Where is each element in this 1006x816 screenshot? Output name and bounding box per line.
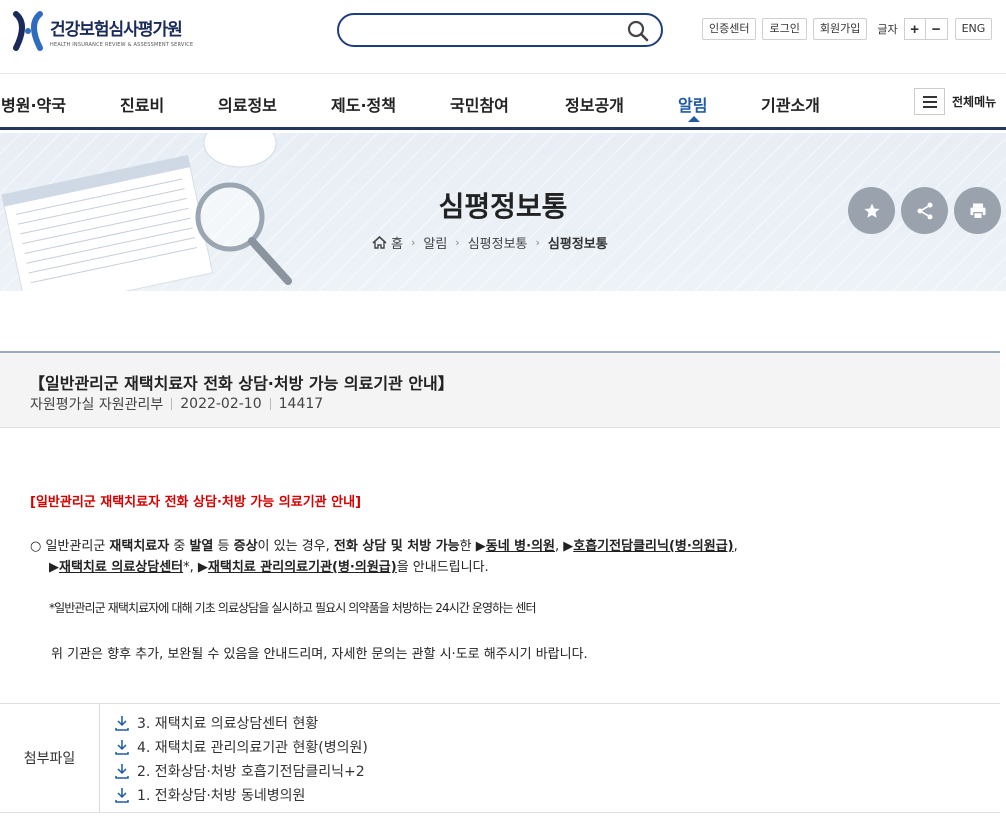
hamburger-icon	[914, 88, 945, 115]
header: 건강보험심사평가원 HEALTH INSURANCE REVIEW & ASSE…	[0, 0, 1006, 74]
site-logo[interactable]: 건강보험심사평가원 HEALTH INSURANCE REVIEW & ASSE…	[12, 10, 193, 52]
attachment-file[interactable]: 4. 재택치료 관리의료기관 현황(병의원)	[114, 737, 368, 757]
article-notice: 위 기관은 향후 추가, 보완될 수 있음을 안내드리며, 자세한 문의는 관할…	[51, 647, 588, 662]
text-segment: ○ 일반관리군	[30, 539, 110, 554]
nav-system-policy[interactable]: 제도·정책	[331, 92, 396, 116]
link-local-clinic[interactable]: 동네 병·의원	[486, 539, 555, 554]
meta-divider	[269, 398, 271, 410]
chevron-right-icon: ›	[535, 236, 540, 249]
cert-center-button[interactable]: 인증센터	[702, 18, 757, 40]
font-increase-button[interactable]: +	[903, 18, 926, 40]
attachment-file[interactable]: 2. 전화상담·처방 호흡기전담클리닉+2	[114, 761, 365, 781]
link-managing-institution[interactable]: 재택치료 관리의료기관(병·의원급)	[208, 560, 397, 575]
text-segment: 등	[213, 539, 234, 554]
text-segment: 한 ▶	[459, 539, 486, 554]
page-banner: 심평정보통 홈 › 알림 › 심평정보통 › 심평정보통	[0, 133, 1006, 291]
search-box	[337, 13, 663, 47]
text-segment: 중	[169, 539, 190, 554]
breadcrumb-home[interactable]: 홈	[391, 233, 403, 252]
text-segment: *, ▶	[183, 560, 208, 575]
download-icon	[115, 740, 129, 755]
attachment-name: 2. 전화상담·처방 호흡기전담클리닉+2	[137, 764, 365, 780]
meta-divider	[171, 398, 173, 410]
breadcrumb-current: 심평정보통	[547, 237, 608, 252]
nav-info-disclosure[interactable]: 정보공개	[565, 92, 624, 116]
link-respiratory-clinic[interactable]: 호흡기전담클리닉(병·의원급)	[573, 539, 733, 554]
logo-icon	[13, 11, 43, 51]
article-views: 14417	[278, 396, 324, 412]
nav-notice[interactable]: 알림	[678, 92, 707, 116]
english-button[interactable]: ENG	[954, 18, 993, 40]
font-size-label: 글자	[877, 23, 898, 36]
text-bold: 발열	[189, 539, 214, 554]
chevron-right-icon: ›	[410, 236, 416, 249]
font-decrease-button[interactable]: −	[925, 18, 948, 40]
article-meta: 자원평가실 자원관리부 2022-02-10 14417	[30, 394, 323, 414]
article-header: 【일반관리군 재택치료자 전화 상담·처방 가능 의료기관 안내】 자원평가실 …	[0, 351, 1000, 428]
article-title: 【일반관리군 재택치료자 전화 상담·처방 가능 의료기관 안내】	[29, 374, 454, 393]
breadcrumb-notice[interactable]: 알림	[423, 233, 447, 252]
breadcrumb: 홈 › 알림 › 심평정보통 › 심평정보통	[372, 233, 608, 252]
nav-hospital-pharmacy[interactable]: 병원·약국	[1, 92, 66, 116]
attachments: 첨부파일 3. 재택치료 의료상담센터 현황 4. 재택치료 관리의료기관 현황…	[0, 703, 1000, 813]
main-navigation: 병원·약국 진료비 의료정보 제도·정책 국민참여 정보공개 알림 기관소개 전…	[0, 75, 1006, 130]
attachment-name: 1. 전화상담·처방 동네병의원	[137, 788, 306, 804]
attachment-file[interactable]: 1. 전화상담·처방 동네병의원	[114, 785, 305, 805]
text-bold: 증상	[233, 539, 258, 554]
text-segment: 을 안내드립니다.	[396, 560, 489, 575]
attachments-label: 첨부파일	[0, 704, 100, 812]
text-bold: 전화 상담 및 처방 가능	[333, 539, 460, 554]
signup-button[interactable]: 회원가입	[812, 18, 868, 40]
nav-public-participation[interactable]: 국민참여	[450, 92, 509, 116]
favorite-button[interactable]	[848, 187, 895, 234]
text-segment: ▶	[49, 560, 59, 575]
nav-medical-info[interactable]: 의료정보	[218, 92, 277, 116]
attachment-name: 3. 재택치료 의료상담센터 현황	[137, 716, 319, 732]
download-icon	[115, 764, 129, 779]
all-menu-label: 전체메뉴	[952, 95, 997, 109]
article-footnote: *일반관리군 재택치료자에 대해 기초 의료상담을 실시하고 필요시 의약품을 …	[49, 601, 537, 615]
text-segment: , ▶	[555, 539, 574, 554]
print-button[interactable]	[954, 187, 1001, 234]
article-paragraph-2: ▶재택치료 의료상담센터*, ▶재택치료 관리의료기관(병·의원급)을 안내드립…	[49, 556, 489, 575]
article-department: 자원평가실 자원관리부	[30, 397, 164, 413]
share-button[interactable]	[901, 187, 948, 234]
star-icon	[864, 203, 879, 218]
download-icon	[115, 788, 129, 803]
share-icon	[917, 202, 932, 219]
article-paragraph-1: ○ 일반관리군 재택치료자 중 발열 등 증상이 있는 경우, 전화 상담 및 …	[30, 535, 738, 554]
printer-icon	[970, 203, 985, 219]
all-menu-button[interactable]: 전체메뉴	[914, 88, 996, 115]
link-counseling-center[interactable]: 재택치료 의료상담센터	[59, 560, 183, 575]
text-segment: ,	[733, 539, 738, 554]
download-icon	[115, 716, 129, 731]
breadcrumb-section[interactable]: 심평정보통	[468, 233, 528, 252]
text-segment: 이 있는 경우,	[257, 539, 334, 554]
article-date: 2022-02-10	[180, 396, 262, 412]
login-button[interactable]: 로그인	[762, 18, 807, 40]
article-red-heading: [일반관리군 재택치료자 전화 상담·처방 가능 의료기관 안내]	[30, 495, 362, 510]
attachment-name: 4. 재택치료 관리의료기관 현황(병의원)	[137, 740, 368, 756]
text-bold: 재택치료자	[109, 539, 170, 554]
search-input[interactable]	[353, 20, 623, 40]
nav-about[interactable]: 기관소개	[761, 92, 820, 116]
home-icon[interactable]	[372, 236, 387, 249]
logo-title: 건강보험심사평가원	[50, 19, 183, 40]
logo-subtitle: HEALTH INSURANCE REVIEW & ASSESSMENT SER…	[50, 41, 194, 48]
utility-menu: 인증센터 로그인 회원가입 글자 + − ENG	[702, 18, 993, 40]
search-icon[interactable]	[627, 20, 649, 42]
active-indicator-icon	[688, 116, 700, 122]
attachment-file[interactable]: 3. 재택치료 의료상담센터 현황	[114, 713, 318, 733]
chevron-right-icon: ›	[455, 236, 460, 249]
nav-medical-fee[interactable]: 진료비	[120, 92, 164, 116]
